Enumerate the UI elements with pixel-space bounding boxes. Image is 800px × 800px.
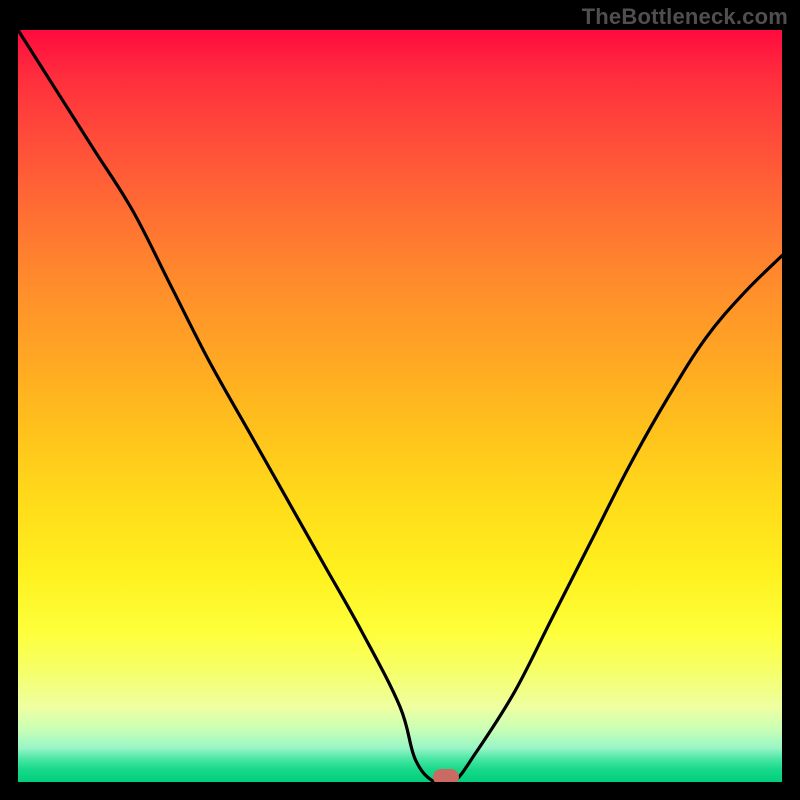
curve-svg — [18, 30, 782, 782]
chart-frame: TheBottleneck.com — [0, 0, 800, 800]
watermark-text: TheBottleneck.com — [582, 4, 788, 30]
plot-area — [18, 30, 782, 782]
optimum-marker — [433, 769, 459, 782]
bottleneck-curve-path — [18, 30, 782, 782]
